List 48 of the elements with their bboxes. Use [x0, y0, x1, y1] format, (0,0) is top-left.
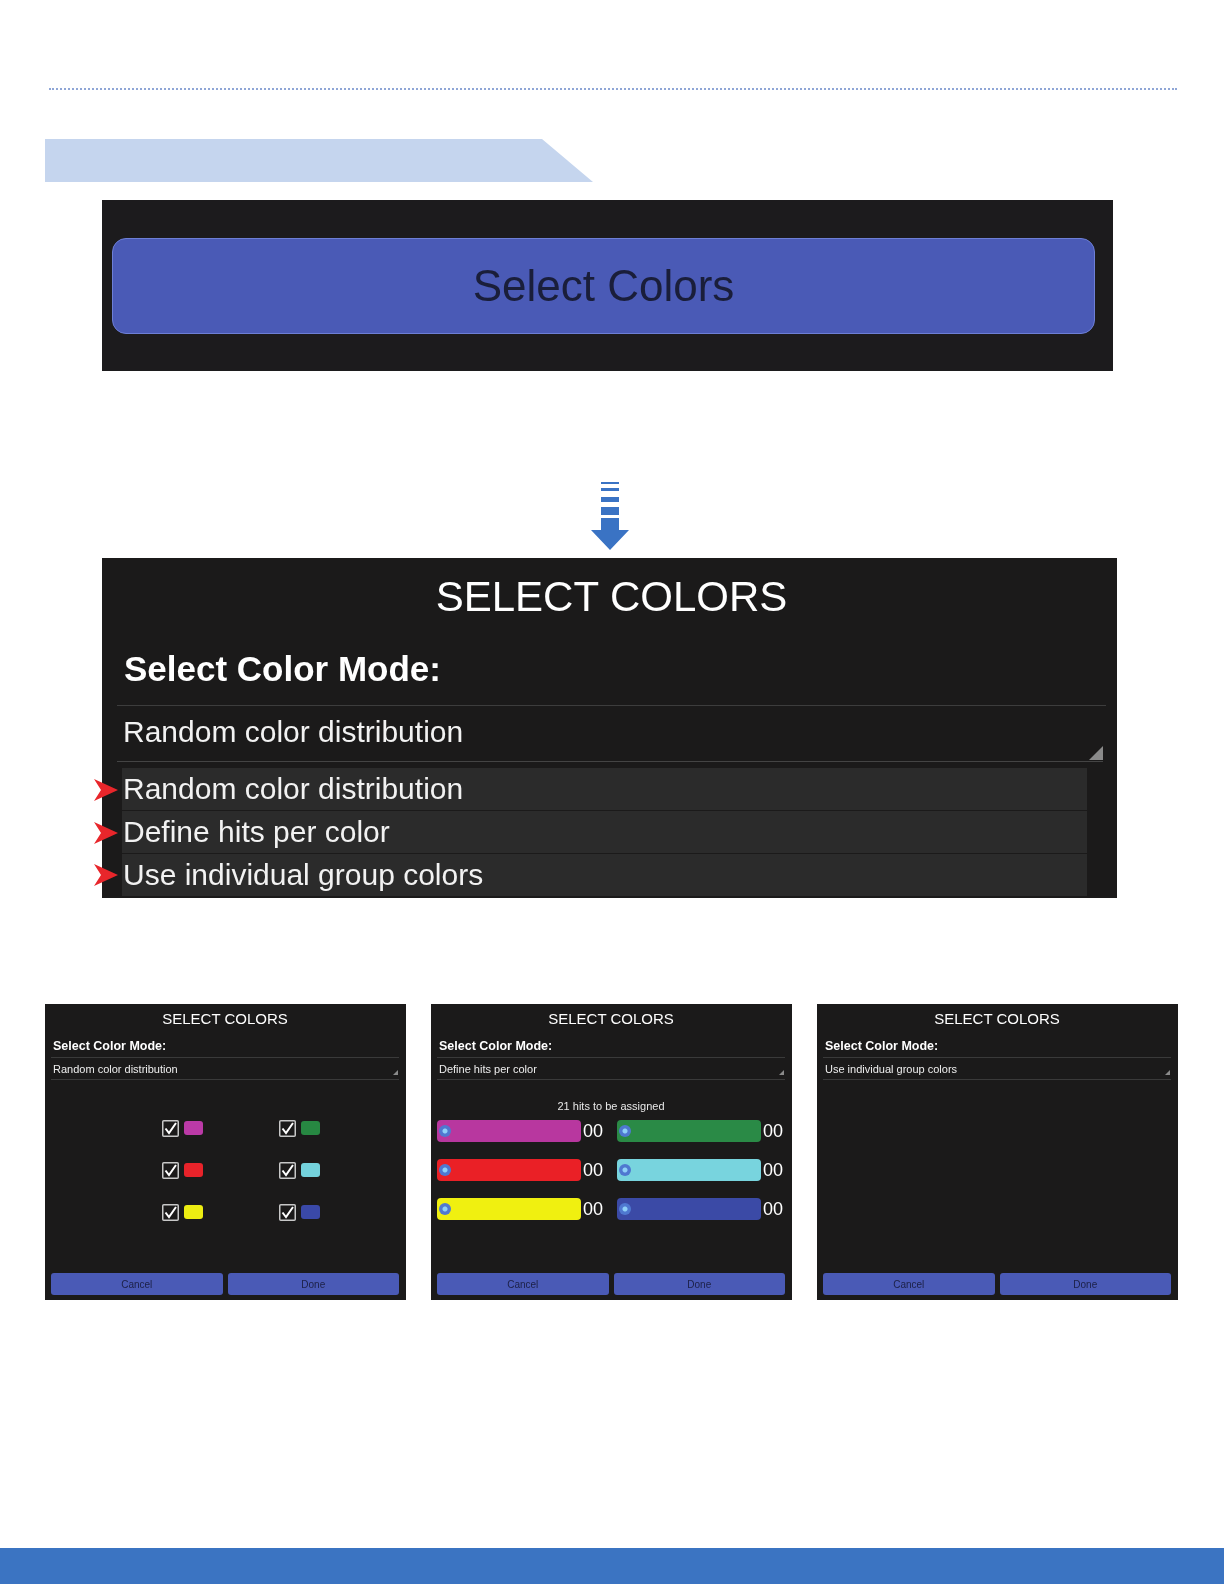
- mode-label: Select Color Mode:: [825, 1038, 939, 1054]
- dialog-title: SELECT COLORS: [548, 1009, 674, 1029]
- checkbox[interactable]: [279, 1119, 296, 1137]
- dropdown-corner-icon: [1089, 746, 1103, 760]
- hit-count: 00: [583, 1198, 605, 1220]
- hit-count: 00: [763, 1120, 785, 1142]
- dropdown-corner-icon: [1165, 1070, 1170, 1075]
- color-mode-dropdown[interactable]: Define hits per color: [437, 1058, 785, 1080]
- color-mode-dropdown[interactable]: Use individual group colors: [823, 1058, 1171, 1080]
- pointer-arrow-icon: [94, 821, 118, 844]
- dialog-title: SELECT COLORS: [162, 1009, 288, 1029]
- dropdown-option[interactable]: Random color distribution: [122, 768, 1087, 811]
- checkbox[interactable]: [162, 1119, 179, 1137]
- down-arrow-icon: [591, 482, 629, 550]
- slider-thumb[interactable]: [439, 1164, 451, 1176]
- slider-thumb[interactable]: [439, 1203, 451, 1215]
- checkbox[interactable]: [162, 1203, 179, 1221]
- dialog-title: SELECT COLORS: [435, 572, 788, 622]
- color-mode-dropdown[interactable]: Random color distribution: [51, 1058, 399, 1080]
- pointer-arrow-icon: [94, 778, 118, 801]
- hit-count: 00: [763, 1159, 785, 1181]
- dropdown-corner-icon: [779, 1070, 784, 1075]
- checkbox[interactable]: [162, 1161, 179, 1179]
- pointer-arrow-icon: [94, 864, 118, 886]
- hit-count: 00: [583, 1159, 605, 1181]
- slider-thumb[interactable]: [439, 1125, 451, 1137]
- slider-track[interactable]: [617, 1159, 761, 1181]
- slider-thumb[interactable]: [619, 1203, 631, 1215]
- slider-thumb[interactable]: [619, 1125, 631, 1137]
- mode-label: Select Color Mode:: [53, 1038, 167, 1054]
- dropdown-corner-icon: [393, 1070, 398, 1075]
- slider-track[interactable]: [437, 1120, 581, 1142]
- dropdown-option[interactable]: Define hits per color: [122, 811, 1087, 854]
- dialog-title: SELECT COLORS: [934, 1009, 1060, 1029]
- mode-label: Select Color Mode:: [124, 648, 441, 690]
- dropdown-option[interactable]: Use individual group colors: [122, 854, 1087, 896]
- hits-remaining-text: 21 hits to be assigned: [557, 1099, 665, 1113]
- mode-label: Select Color Mode:: [439, 1038, 553, 1054]
- checkbox[interactable]: [279, 1203, 296, 1221]
- slider-track[interactable]: [617, 1198, 761, 1220]
- slider-thumb[interactable]: [619, 1164, 631, 1176]
- checkbox[interactable]: [279, 1161, 296, 1179]
- slider-track[interactable]: [617, 1120, 761, 1142]
- slider-track[interactable]: [437, 1159, 581, 1181]
- hit-count: 00: [763, 1198, 785, 1220]
- color-mode-dropdown[interactable]: Random color distribution: [117, 706, 1103, 762]
- hit-count: 00: [583, 1120, 605, 1142]
- slider-track[interactable]: [437, 1198, 581, 1220]
